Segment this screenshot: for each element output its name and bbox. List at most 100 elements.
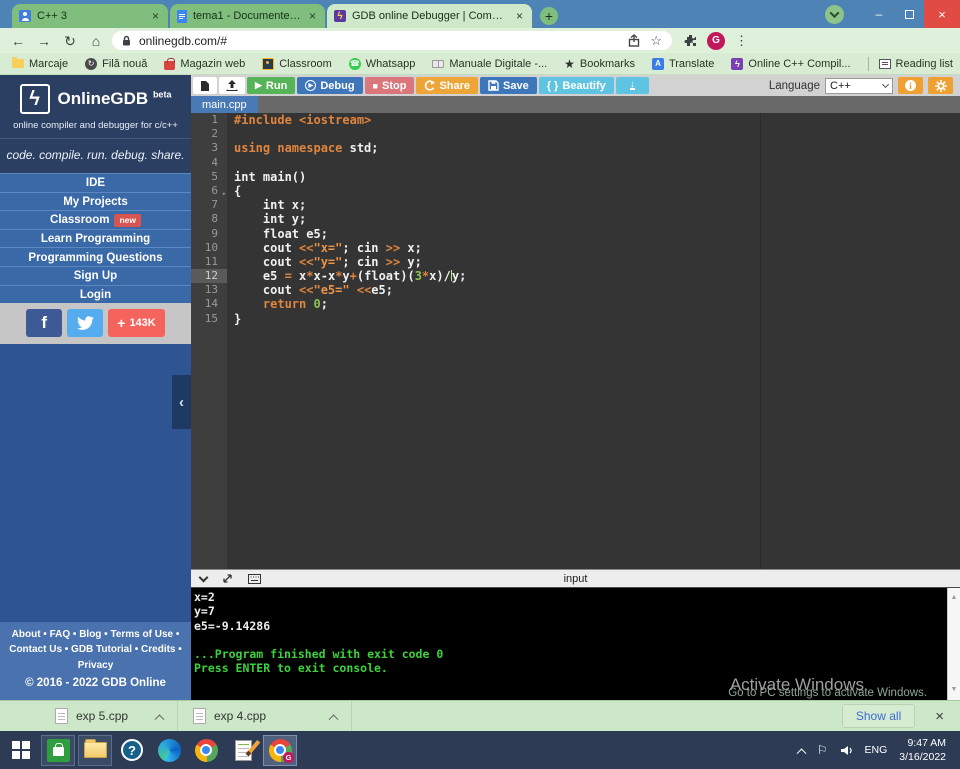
code-line[interactable]: 6▾{ xyxy=(191,184,960,198)
follow-count-button[interactable]: +143K xyxy=(108,309,164,337)
run-button[interactable]: ▶Run xyxy=(247,77,295,94)
bookmark-marcaje[interactable]: Marcaje xyxy=(12,58,68,70)
profile-avatar[interactable]: G xyxy=(707,32,725,50)
taskbar-store[interactable] xyxy=(41,735,75,766)
url-text[interactable]: onlinegdb.com/# xyxy=(139,34,620,48)
taskbar-wordpad[interactable] xyxy=(226,735,260,766)
reading-list-button[interactable]: Reading list xyxy=(879,58,953,70)
tab-close-icon[interactable]: × xyxy=(514,9,525,23)
show-all-button[interactable]: Show all xyxy=(842,704,915,728)
bookmark-star-icon[interactable]: ☆ xyxy=(650,33,662,49)
collapse-sidebar-handle[interactable]: ‹ xyxy=(172,375,191,429)
taskbar-help[interactable]: ? xyxy=(115,735,149,766)
facebook-button[interactable]: f xyxy=(26,309,62,337)
browser-tab-gdb[interactable]: ϟ GDB online Debugger | Compile × xyxy=(327,4,532,28)
close-downloads-icon[interactable]: × xyxy=(935,709,944,724)
bookmark-magazin-web[interactable]: Magazin web xyxy=(164,58,245,70)
sidebar-item-programming-questions[interactable]: Programming Questions xyxy=(0,247,191,266)
close-button[interactable]: × xyxy=(924,0,960,28)
input-language-indicator[interactable]: ENG xyxy=(865,744,888,756)
bookmark-classroom[interactable]: Classroom xyxy=(262,58,332,70)
code-line[interactable]: 10 cout <<"x="; cin >> x; xyxy=(191,241,960,255)
action-center-flag-icon[interactable]: ⚐ xyxy=(817,743,828,757)
download-item-exp5[interactable]: exp 5.cpp xyxy=(0,701,178,731)
save-button[interactable]: Save xyxy=(480,77,537,94)
bookmark-translate[interactable]: ATranslate xyxy=(652,58,714,70)
code-line[interactable]: 5int main() xyxy=(191,170,960,184)
language-select[interactable]: C++ xyxy=(825,78,893,94)
settings-button[interactable] xyxy=(928,77,953,94)
bookmark-fila-noua[interactable]: ↻Filă nouă xyxy=(85,58,147,70)
taskbar-file-explorer[interactable] xyxy=(78,735,112,766)
bookmark-whatsapp[interactable]: ☎Whatsapp xyxy=(349,58,416,70)
extensions-puzzle-icon[interactable] xyxy=(684,34,697,47)
share-button[interactable]: Share xyxy=(416,77,478,94)
footer-links[interactable]: About • FAQ • Blog • Terms of Use • Cont… xyxy=(8,627,183,674)
speaker-icon[interactable] xyxy=(840,745,853,756)
minimize-button[interactable]: – xyxy=(864,0,894,28)
chevron-up-icon[interactable] xyxy=(329,714,339,724)
back-icon[interactable]: ← xyxy=(8,34,28,48)
share-icon[interactable] xyxy=(628,34,640,47)
tab-close-icon[interactable]: × xyxy=(307,9,318,23)
chevron-up-icon[interactable] xyxy=(155,714,165,724)
scroll-up-icon[interactable]: ▲ xyxy=(951,591,958,605)
taskbar-chrome-active[interactable]: G xyxy=(263,735,297,766)
keyboard-button[interactable] xyxy=(248,574,261,584)
code-editor[interactable]: 1#include <iostream>23using namespace st… xyxy=(191,113,960,569)
code-line[interactable]: 14 return 0; xyxy=(191,297,960,311)
sidebar-item-sign-up[interactable]: Sign Up xyxy=(0,266,191,285)
info-button[interactable]: i xyxy=(898,77,923,94)
scroll-down-icon[interactable]: ▼ xyxy=(951,683,958,697)
debug-button[interactable]: ▶Debug xyxy=(297,77,362,94)
code-line[interactable]: 15} xyxy=(191,312,960,326)
code-line[interactable]: 13 cout <<"e5=" <<e5; xyxy=(191,283,960,297)
browser-tab-cpp3[interactable]: C++ 3 × xyxy=(12,4,168,28)
browser-menu-icon[interactable]: ⋮ xyxy=(735,33,748,49)
reload-icon[interactable]: ↻ xyxy=(60,34,80,48)
collapse-console-button[interactable] xyxy=(200,577,207,581)
forward-icon[interactable]: → xyxy=(34,34,54,48)
tab-close-icon[interactable]: × xyxy=(150,9,161,23)
code-line[interactable]: 12 e5 = x*x-x*y+(float)(3*x)/y; xyxy=(191,269,960,283)
sidebar-item-classroom[interactable]: Classroomnew xyxy=(0,210,191,229)
copyright: © 2016 - 2022 GDB Online xyxy=(8,675,183,693)
open-file-button[interactable] xyxy=(219,77,245,94)
download-button[interactable]: ↓ xyxy=(616,77,649,94)
console-scrollbar[interactable]: ▲ ▼ xyxy=(947,588,960,700)
code-line[interactable]: 3using namespace std; xyxy=(191,141,960,155)
browser-tab-docs[interactable]: tema1 - Documente Google × xyxy=(170,4,325,28)
code-line[interactable]: 11 cout <<"y="; cin >> y; xyxy=(191,255,960,269)
stop-button[interactable]: ■Stop xyxy=(365,77,415,94)
bookmark-manuale[interactable]: Manuale Digitale -... xyxy=(432,58,547,70)
download-item-exp4[interactable]: exp 4.cpp xyxy=(178,701,352,731)
sidebar-item-login[interactable]: Login xyxy=(0,285,191,304)
tab-search-chevron-icon[interactable] xyxy=(825,5,844,24)
new-file-button[interactable] xyxy=(193,77,217,94)
home-icon[interactable]: ⌂ xyxy=(86,34,106,48)
start-button[interactable] xyxy=(4,735,38,766)
code-line[interactable]: 2 xyxy=(191,127,960,141)
bookmark-cpp-compiler[interactable]: ϟOnline C++ Compil... xyxy=(731,58,850,70)
file-tab-main-cpp[interactable]: main.cpp xyxy=(191,96,258,113)
code-line[interactable]: 8 int y; xyxy=(191,212,960,226)
expand-console-button[interactable] xyxy=(222,573,233,584)
twitter-button[interactable] xyxy=(67,309,103,337)
taskbar-edge[interactable] xyxy=(152,735,186,766)
code-line[interactable]: 4 xyxy=(191,156,960,170)
taskbar-chrome[interactable] xyxy=(189,735,223,766)
address-bar[interactable]: onlinegdb.com/# ☆ xyxy=(112,31,672,50)
hidden-icons-chevron-icon[interactable] xyxy=(796,748,806,758)
sidebar-item-learn-programming[interactable]: Learn Programming xyxy=(0,229,191,248)
beautify-button[interactable]: { }Beautify xyxy=(539,77,614,94)
code-line[interactable]: 9 float e5; xyxy=(191,227,960,241)
code-line[interactable]: 7 int x; xyxy=(191,198,960,212)
taskbar-clock[interactable]: 9:47 AM 3/16/2022 xyxy=(899,736,946,764)
sidebar-item-ide[interactable]: IDE xyxy=(0,173,191,192)
sidebar-item-my-projects[interactable]: My Projects xyxy=(0,192,191,211)
new-tab-button[interactable]: + xyxy=(540,7,558,25)
console-output[interactable]: x=2y=7e5=-9.14286 ...Program finished wi… xyxy=(191,588,960,700)
bookmark-bookmarks[interactable]: ★Bookmarks xyxy=(564,58,635,70)
maximize-button[interactable] xyxy=(894,0,924,28)
code-line[interactable]: 1#include <iostream> xyxy=(191,113,960,127)
